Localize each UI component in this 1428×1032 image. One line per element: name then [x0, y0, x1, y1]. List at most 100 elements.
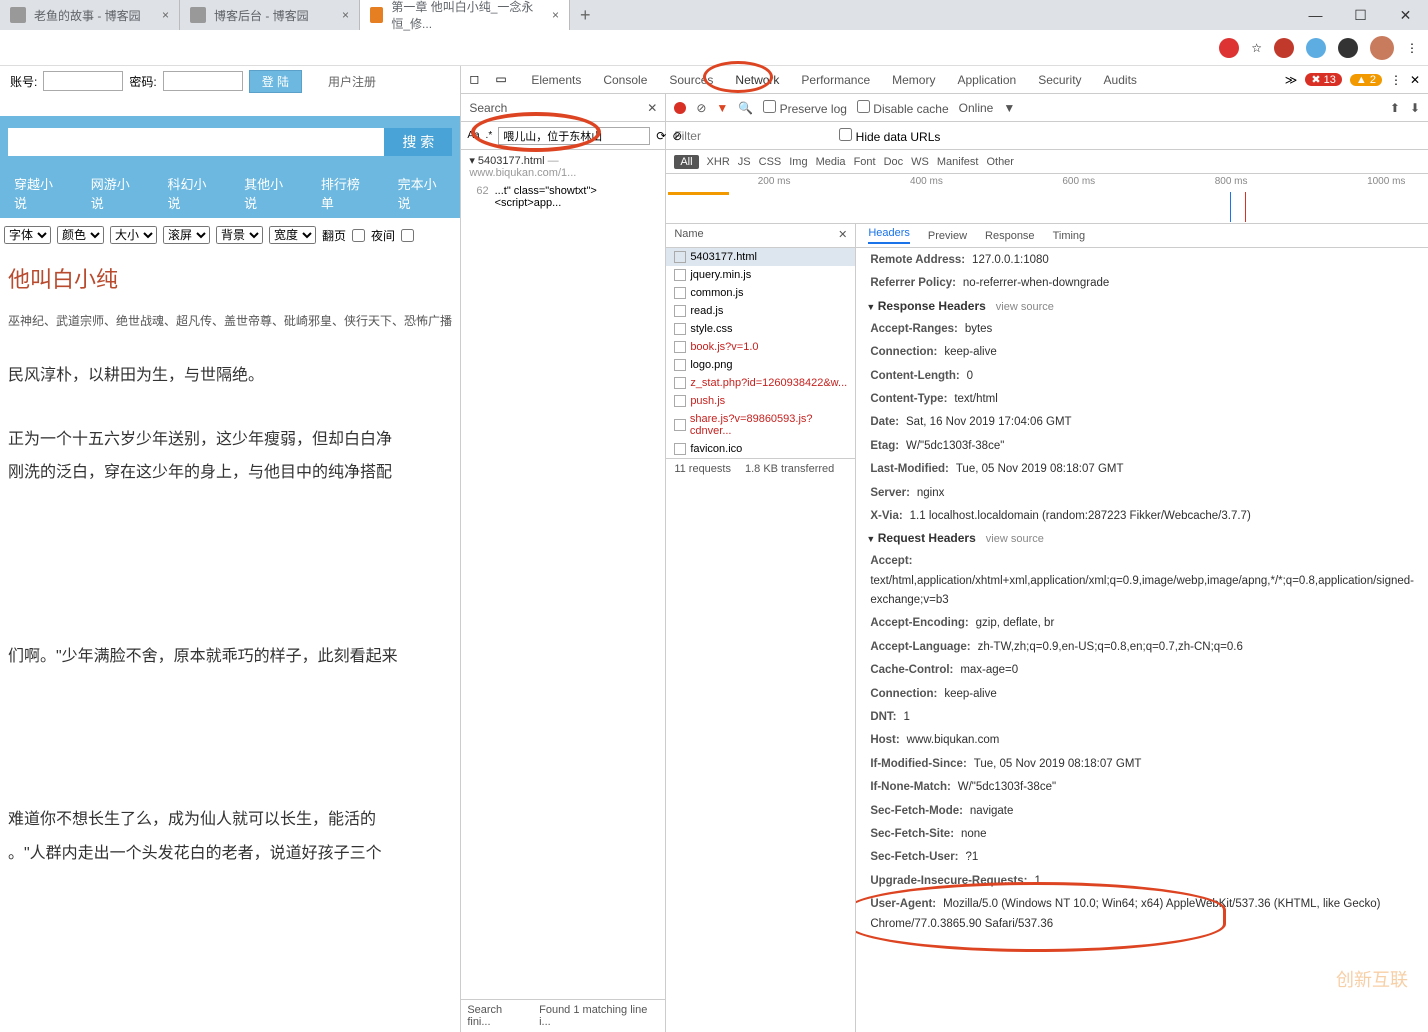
- request-row[interactable]: favicon.ico: [666, 440, 855, 458]
- column-name[interactable]: Name: [674, 228, 703, 243]
- page-checkbox[interactable]: [352, 229, 365, 242]
- browser-tab-0[interactable]: 老鱼的故事 - 博客园×: [0, 0, 180, 30]
- tab-performance[interactable]: Performance: [791, 67, 880, 93]
- close-icon[interactable]: ✕: [838, 228, 847, 243]
- browser-tab-1[interactable]: 博客后台 - 博客园×: [180, 0, 360, 30]
- extension-icon[interactable]: [1306, 38, 1326, 58]
- devtools-search-input[interactable]: [498, 127, 650, 145]
- hide-data-urls-toggle[interactable]: Hide data URLs: [839, 128, 940, 144]
- color-select[interactable]: 颜色: [57, 226, 104, 244]
- view-source-link[interactable]: view source: [986, 533, 1044, 545]
- filter-type[interactable]: CSS: [759, 156, 782, 168]
- warning-badge[interactable]: ▲ 2: [1350, 74, 1382, 86]
- star-icon[interactable]: ☆: [1251, 41, 1262, 55]
- tab-headers[interactable]: Headers: [868, 227, 910, 244]
- filter-type[interactable]: JS: [738, 156, 751, 168]
- request-row[interactable]: jquery.min.js: [666, 266, 855, 284]
- password-input[interactable]: [163, 71, 243, 91]
- account-input[interactable]: [43, 71, 123, 91]
- online-select[interactable]: Online: [959, 101, 994, 115]
- menu-icon[interactable]: ⋮: [1406, 41, 1418, 55]
- upload-icon[interactable]: ⬆: [1390, 101, 1400, 115]
- tab-security[interactable]: Security: [1028, 67, 1091, 93]
- font-select[interactable]: 字体: [4, 226, 51, 244]
- nav-item[interactable]: 网游小说: [77, 174, 154, 212]
- tab-response[interactable]: Response: [985, 230, 1035, 242]
- search-icon[interactable]: 🔍: [738, 101, 753, 115]
- disable-cache-toggle[interactable]: Disable cache: [857, 100, 949, 116]
- night-checkbox[interactable]: [401, 229, 414, 242]
- tab-application[interactable]: Application: [947, 67, 1026, 93]
- register-link[interactable]: 用户注册: [328, 73, 376, 90]
- login-button[interactable]: 登 陆: [249, 70, 302, 93]
- tab-audits[interactable]: Audits: [1094, 67, 1147, 93]
- nav-item[interactable]: 穿越小说: [0, 174, 77, 212]
- browser-tab-2[interactable]: 第一章 他叫白小纯_一念永恒_修...×: [360, 0, 570, 30]
- nav-item[interactable]: 其他小说: [230, 174, 307, 212]
- close-button[interactable]: ✕: [1383, 0, 1428, 30]
- tab-timing[interactable]: Timing: [1053, 230, 1086, 242]
- record-button[interactable]: [674, 102, 686, 114]
- search-input[interactable]: [8, 128, 384, 156]
- search-button[interactable]: 搜 索: [384, 128, 452, 156]
- bg-select[interactable]: 背景: [216, 226, 263, 244]
- new-tab-button[interactable]: +: [570, 5, 601, 26]
- filter-type[interactable]: XHR: [707, 156, 730, 168]
- close-icon[interactable]: ✕: [647, 101, 657, 115]
- request-row[interactable]: common.js: [666, 284, 855, 302]
- inspect-icon[interactable]: ◻: [469, 72, 485, 88]
- profile-avatar[interactable]: [1370, 36, 1394, 60]
- settings-icon[interactable]: ⋮: [1390, 73, 1402, 87]
- download-icon[interactable]: ⬇: [1410, 101, 1420, 115]
- tab-memory[interactable]: Memory: [882, 67, 945, 93]
- request-row[interactable]: share.js?v=89860593.js?cdnver...: [666, 410, 855, 440]
- view-source-link[interactable]: view source: [996, 301, 1054, 313]
- size-select[interactable]: 大小: [110, 226, 157, 244]
- filter-type[interactable]: Img: [789, 156, 807, 168]
- tab-preview[interactable]: Preview: [928, 230, 967, 242]
- filter-type[interactable]: Doc: [884, 156, 904, 168]
- close-icon[interactable]: ×: [162, 8, 169, 22]
- filter-type[interactable]: Font: [854, 156, 876, 168]
- search-result-file[interactable]: ▾ 5403177.html — www.biqukan.com/1...: [461, 150, 665, 183]
- width-select[interactable]: 宽度: [269, 226, 316, 244]
- tab-network[interactable]: Network: [725, 67, 789, 93]
- request-row[interactable]: logo.png: [666, 356, 855, 374]
- preserve-log-toggle[interactable]: Preserve log: [763, 100, 847, 116]
- nav-item[interactable]: 完本小说: [384, 174, 461, 212]
- adblock-icon[interactable]: [1274, 38, 1294, 58]
- minimize-button[interactable]: —: [1293, 0, 1338, 30]
- clear-icon[interactable]: ⊘: [672, 129, 682, 143]
- regex-icon[interactable]: .*: [486, 130, 493, 141]
- more-icon[interactable]: ≫: [1285, 73, 1298, 87]
- maximize-button[interactable]: ☐: [1338, 0, 1383, 30]
- close-icon[interactable]: ×: [342, 8, 349, 22]
- extension-icon[interactable]: [1219, 38, 1239, 58]
- scroll-select[interactable]: 滚屏: [163, 226, 210, 244]
- search-result-line[interactable]: 62...t" class="showtxt"><script>app...: [461, 183, 665, 211]
- nav-item[interactable]: 排行榜单: [307, 174, 384, 212]
- filter-icon[interactable]: ▼: [716, 101, 728, 115]
- error-badge[interactable]: ✖ 13: [1305, 73, 1342, 86]
- request-row[interactable]: book.js?v=1.0: [666, 338, 855, 356]
- request-row[interactable]: read.js: [666, 302, 855, 320]
- request-row[interactable]: z_stat.php?id=1260938422&w...: [666, 374, 855, 392]
- case-icon[interactable]: Aa: [467, 130, 479, 141]
- network-filter-input[interactable]: [674, 129, 829, 143]
- refresh-icon[interactable]: ⟳: [656, 129, 666, 143]
- filter-all[interactable]: All: [674, 155, 698, 169]
- clear-icon[interactable]: ⊘: [696, 101, 706, 115]
- extension-icon[interactable]: [1338, 38, 1358, 58]
- device-icon[interactable]: ▭: [495, 72, 511, 88]
- request-row[interactable]: 5403177.html: [666, 248, 855, 266]
- nav-item[interactable]: 科幻小说: [153, 174, 230, 212]
- filter-type[interactable]: Manifest: [937, 156, 979, 168]
- filter-type[interactable]: Other: [986, 156, 1014, 168]
- request-headers-section[interactable]: Request Headers: [878, 531, 976, 545]
- tab-sources[interactable]: Sources: [659, 67, 723, 93]
- request-row[interactable]: push.js: [666, 392, 855, 410]
- filter-type[interactable]: Media: [816, 156, 846, 168]
- network-timeline[interactable]: 200 ms 400 ms 600 ms 800 ms 1000 ms: [666, 174, 1428, 224]
- request-row[interactable]: style.css: [666, 320, 855, 338]
- tab-console[interactable]: Console: [593, 67, 657, 93]
